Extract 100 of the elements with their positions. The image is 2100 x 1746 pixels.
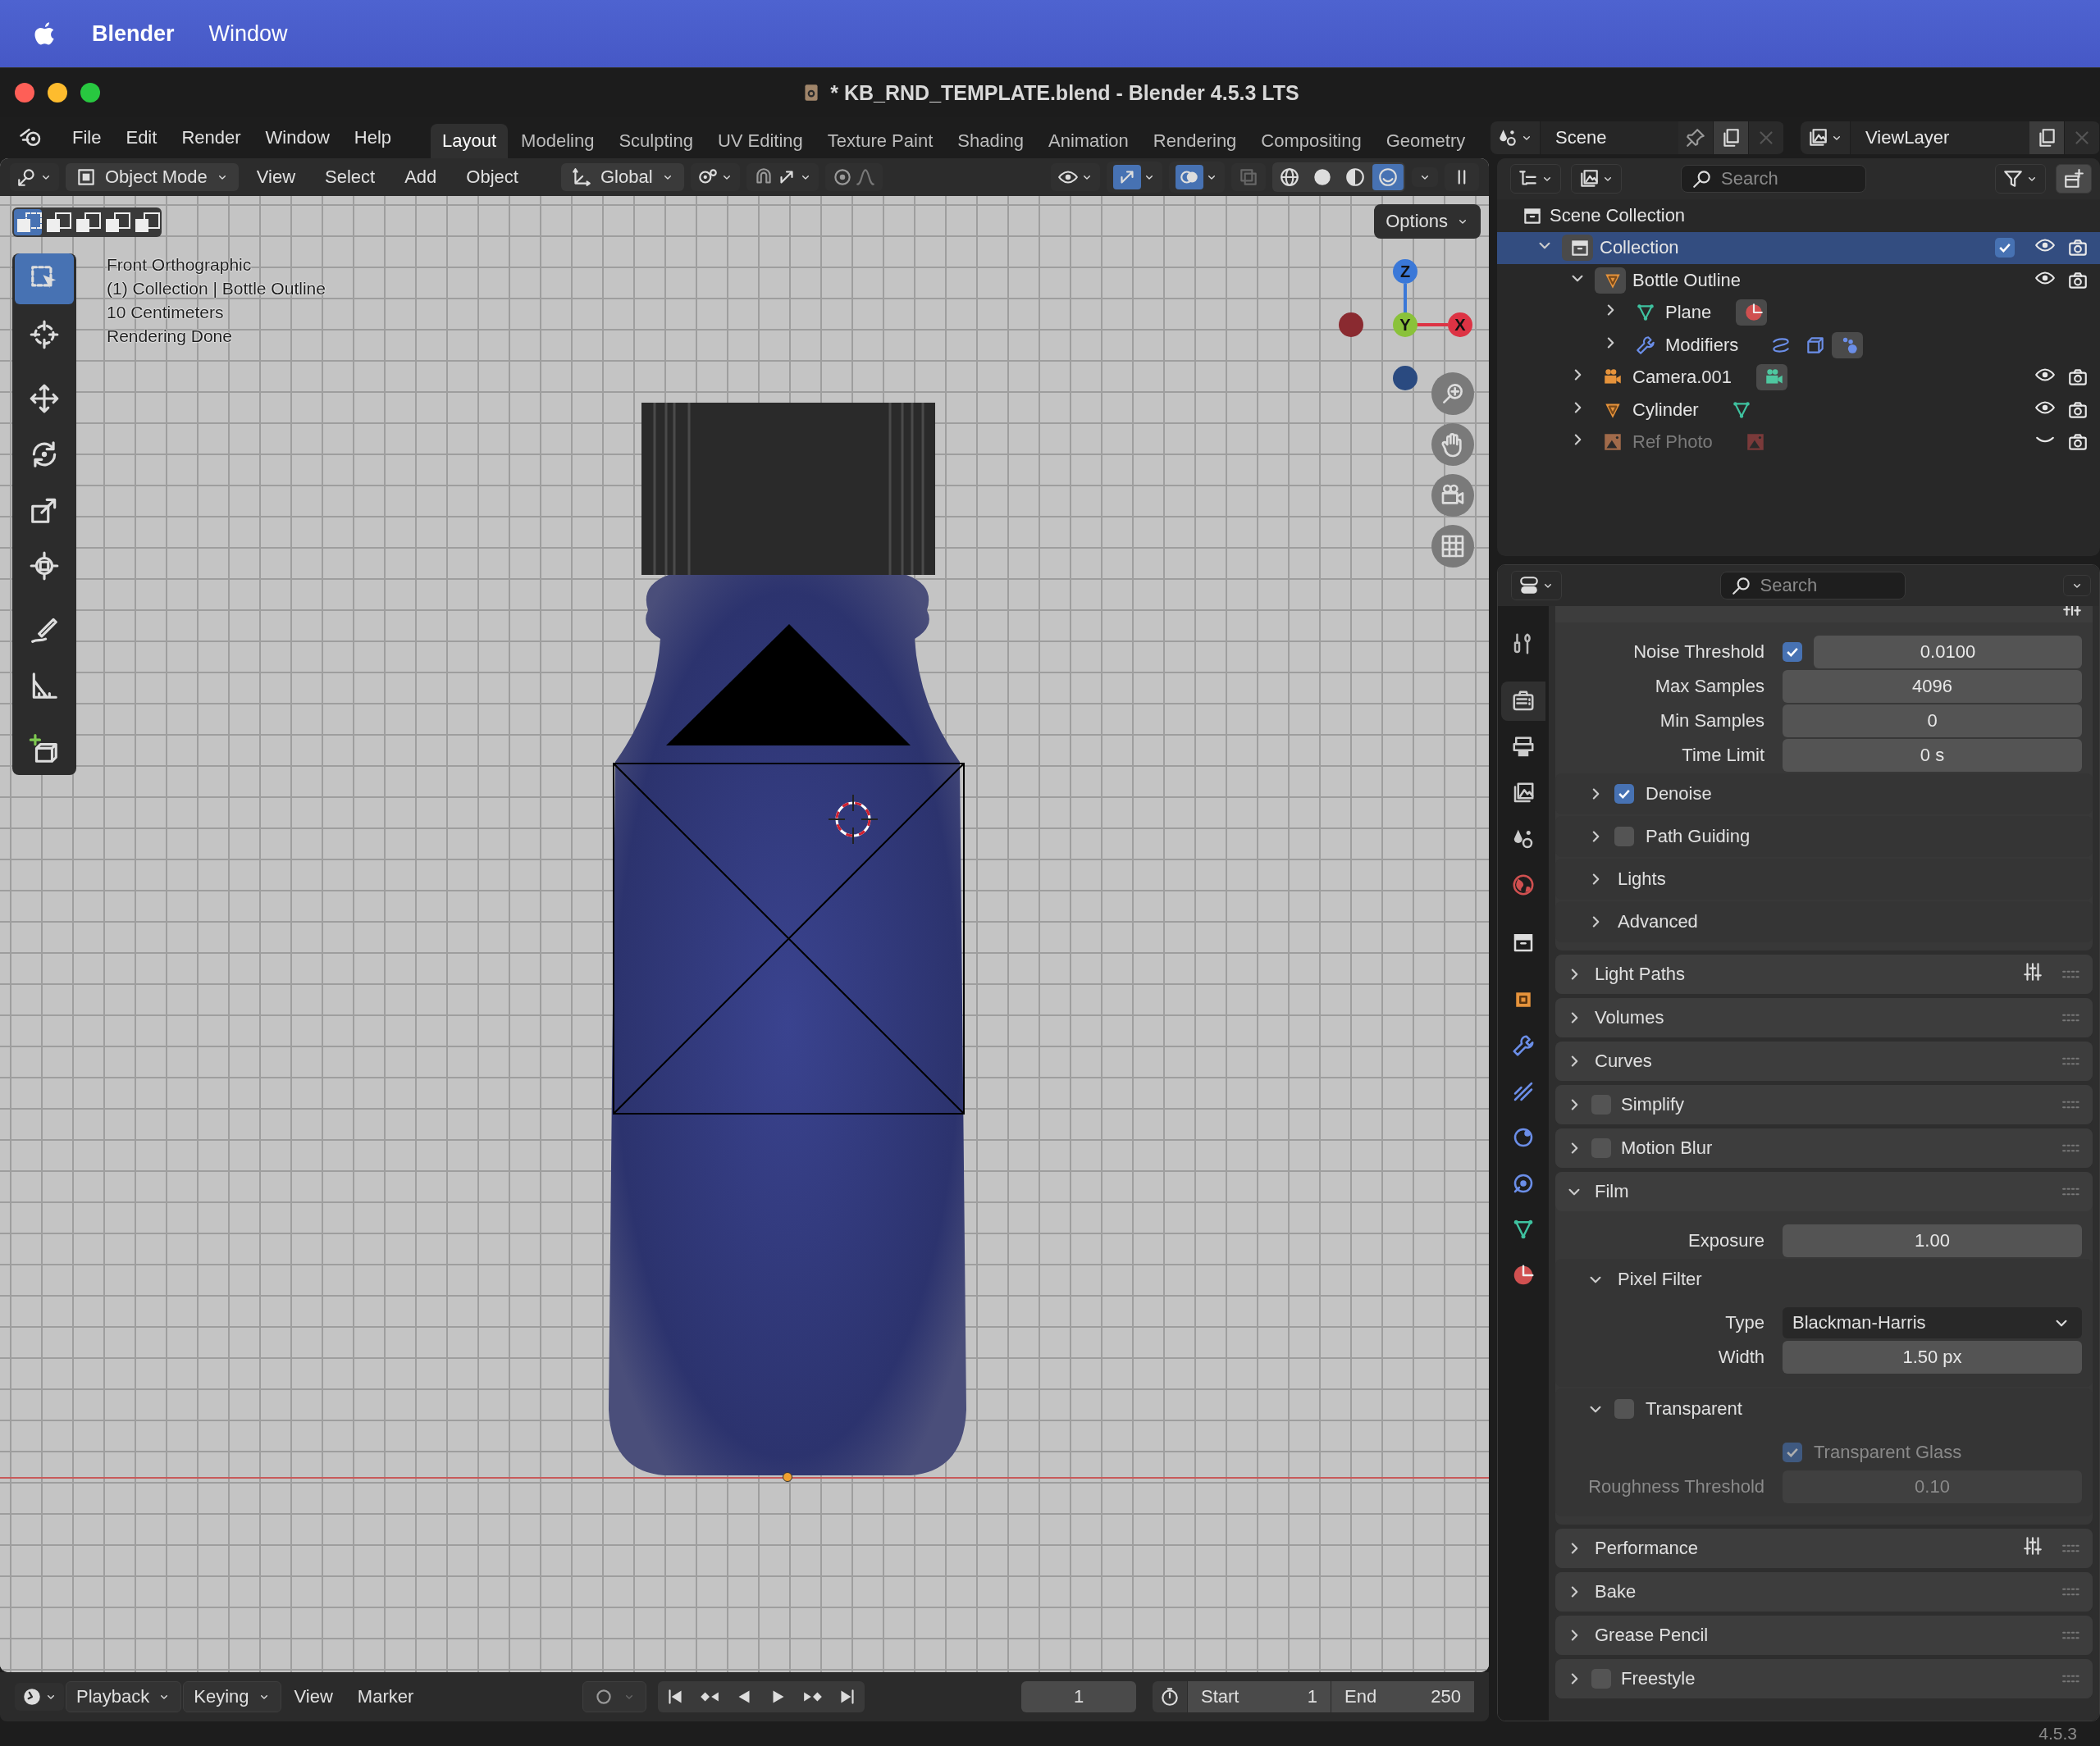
panel-title: Performance (1595, 1538, 1698, 1559)
panel-header[interactable]: Simplify (1555, 1085, 2093, 1124)
subpanel-title: Advanced (1618, 911, 1698, 932)
field-label: Type (1724, 1312, 1764, 1333)
scene-name-field[interactable]: Scene (1541, 121, 1678, 154)
subpanel-header[interactable]: Pixel Filter (1555, 1259, 2093, 1300)
menu-dropdown[interactable]: Playback (66, 1681, 182, 1712)
panel-header[interactable]: Freestyle (1555, 1659, 2093, 1698)
app-menu[interactable]: Blender (92, 21, 175, 47)
number-field[interactable]: 0.0100 (1814, 636, 2082, 668)
tree-row[interactable]: Modifiers (1497, 329, 2100, 362)
panel-title: Light Paths (1595, 964, 1686, 985)
subpanel-title: Denoise (1646, 783, 1712, 805)
viewport-info-text: Front Orthographic (107, 255, 253, 275)
subpanel-title: Transparent (1646, 1398, 1742, 1420)
panel-header[interactable]: Performance (1555, 1529, 2093, 1568)
panel-header[interactable]: Bake (1555, 1572, 2093, 1612)
options-dropdown[interactable]: Options (1374, 204, 1481, 239)
search-box[interactable]: Search (1681, 165, 1866, 193)
type-dropdown[interactable]: Blackman-Harris (1783, 1307, 2082, 1338)
tree-item-name: Plane (1665, 302, 1712, 324)
field-label: Min Samples (1659, 710, 1764, 732)
viewport-info-text: Rendering Done (107, 326, 233, 346)
start-frame-field[interactable]: Start 1 (1187, 1681, 1331, 1712)
menu-item[interactable]: Edit (116, 127, 172, 148)
menu-item[interactable]: Object (454, 166, 530, 188)
field-label: Width (1717, 1347, 1764, 1368)
current-frame-field[interactable]: 1 (1021, 1681, 1136, 1712)
version-text: 4.5.3 (2038, 1724, 2077, 1744)
panel-header[interactable]: Curves (1555, 1042, 2093, 1081)
field-label: Exposure (1687, 1230, 1764, 1251)
subpanel-title: Path Guiding (1646, 826, 1751, 847)
axis-label: Z (1399, 262, 1411, 280)
workspace-tab[interactable]: Compositing (1249, 124, 1373, 158)
workspace-tab[interactable]: Layout (431, 124, 509, 158)
menu-item[interactable]: Marker (345, 1686, 426, 1707)
tree-item-name: Bottle Outline (1632, 269, 1742, 291)
workspace-tab[interactable]: Animation (1037, 124, 1140, 158)
subpanel-title: Pixel Filter (1618, 1269, 1702, 1290)
end-frame-field[interactable]: End 250 (1331, 1681, 1474, 1712)
menu-item[interactable]: View (244, 166, 308, 188)
menu-item[interactable]: Select (313, 166, 387, 188)
tree-row[interactable]: Camera.001 (1497, 361, 2100, 394)
panel-title: Simplify (1621, 1094, 1684, 1115)
workspace-tab[interactable]: Geometry (1374, 124, 1477, 158)
subpanel-header[interactable]: Transparent (1555, 1388, 2093, 1429)
tree-row[interactable]: Collection (1497, 231, 2100, 264)
menu-item[interactable]: Help (344, 127, 407, 148)
number-field[interactable]: 4096 (1783, 670, 2082, 703)
number-field[interactable]: 0 (1783, 704, 2082, 737)
subpanel-title: Lights (1618, 868, 1666, 890)
tree-row[interactable]: Bottle Outline (1497, 264, 2100, 297)
workspace-tab[interactable]: Texture Paint (815, 124, 945, 158)
menu-item[interactable]: View (282, 1686, 345, 1707)
number-field[interactable]: 1.50 px (1783, 1341, 2082, 1374)
panel-header[interactable]: Volumes (1555, 998, 2093, 1037)
search-field[interactable]: Search (1721, 168, 1844, 189)
number-field[interactable]: 1.00 (1783, 1224, 2082, 1257)
axis-label: Y (1399, 316, 1411, 334)
menu-item[interactable]: File (62, 127, 116, 148)
field-label: Roughness Threshold (1587, 1476, 1764, 1498)
panel-header[interactable]: Motion Blur (1555, 1128, 2093, 1168)
mode-dropdown[interactable]: Object Mode (66, 163, 239, 191)
panel-header[interactable]: Light Paths (1555, 955, 2093, 994)
tree-row[interactable]: Cylinder (1497, 394, 2100, 426)
workspace-tab[interactable]: Rendering (1141, 124, 1249, 158)
field-label: Noise Threshold (1632, 641, 1764, 663)
menu-item[interactable]: Add (393, 166, 449, 188)
search-field[interactable]: Search (1760, 575, 1883, 596)
tree-item-name: Modifiers (1665, 334, 1739, 356)
panel-title: Curves (1595, 1051, 1652, 1072)
viewport-info-text: 10 Centimeters (107, 303, 225, 322)
workspace-tab[interactable]: Modeling (509, 124, 606, 158)
tree-item[interactable]: Scene Collection (1550, 204, 1686, 226)
subpanel-header[interactable]: Lights (1555, 859, 2093, 900)
view-layer-field[interactable]: ViewLayer (1851, 121, 2029, 154)
panel-title: Volumes (1595, 1007, 1664, 1028)
panel-header[interactable]: Grease Pencil (1555, 1616, 2093, 1655)
tree-row[interactable]: Plane (1497, 296, 2100, 329)
workspace-tab[interactable]: Sculpting (607, 124, 705, 158)
tree-item-name: Camera.001 (1632, 367, 1732, 389)
menu-dropdown[interactable]: Keying (183, 1681, 281, 1712)
search-box[interactable]: Search (1719, 572, 1906, 599)
menu-item[interactable]: Window (255, 127, 345, 148)
subpanel-header[interactable]: Denoise (1555, 773, 2093, 814)
panel-title: Freestyle (1621, 1668, 1696, 1689)
orientation-dropdown[interactable]: Global (560, 163, 684, 191)
menu-item[interactable]: Render (171, 127, 256, 148)
panel-title: Motion Blur (1621, 1137, 1713, 1159)
menu-item[interactable]: Window (208, 21, 288, 47)
workspace-tab[interactable]: Shading (946, 124, 1035, 158)
subpanel-header[interactable]: Advanced (1555, 901, 2093, 942)
tree-item-name: Collection (1600, 237, 1679, 259)
number-field[interactable]: 0 s (1783, 739, 2082, 772)
axis-label: X (1454, 316, 1466, 334)
workspace-tab[interactable]: UV Editing (705, 124, 815, 158)
field-label: Time Limit (1681, 745, 1764, 766)
window-title: * KB_RND_TEMPLATE.blend - Blender 4.5.3 LTS (830, 80, 1299, 105)
subpanel-header[interactable]: Path Guiding (1555, 816, 2093, 857)
panel-header[interactable]: Film (1555, 1172, 2093, 1211)
